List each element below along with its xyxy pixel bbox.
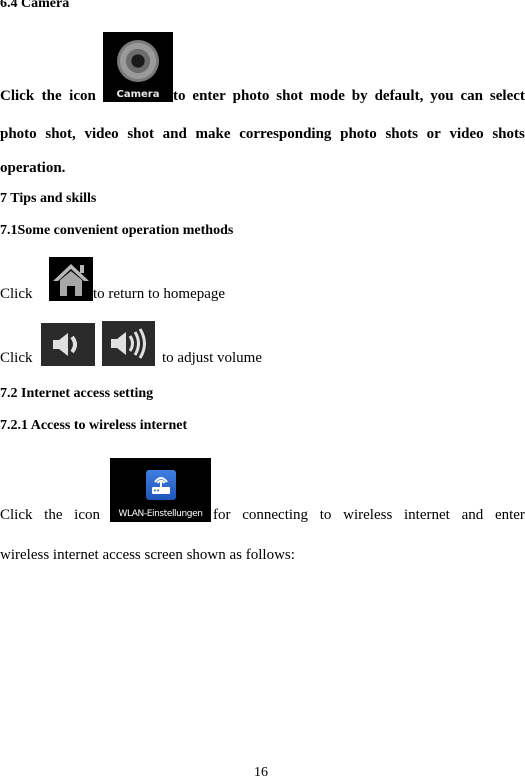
camera-para-line1-start: Click the icon [0,88,96,104]
home-text: to return to homepage [93,286,226,302]
tips-heading: 7 Tips and skills [0,191,97,206]
wlan-settings-app-icon[interactable]: WLAN-Einstellungen [110,458,211,522]
wlan-para-line1-start: Click the icon [0,507,100,523]
volume-down-button[interactable] [41,323,95,366]
wlan-router-icon [146,470,176,500]
camera-app-icon[interactable]: Camera [103,32,173,102]
volume-down-icon [53,333,77,356]
home-button[interactable] [49,257,93,301]
volume-up-button[interactable] [102,321,155,366]
volume-up-icon [111,328,146,359]
wireless-heading: 7.2.1 Access to wireless internet [0,418,188,433]
page-number: 16 [254,765,268,780]
camera-para-line1-end: to enter photo shot mode by default, you… [173,88,525,104]
internet-heading: 7.2 Internet access setting [0,386,154,401]
wlan-icon-label: WLAN-Einstellungen [118,509,203,519]
camera-icon-label: Camera [116,89,160,100]
home-click-label: Click [0,286,33,302]
home-icon [53,264,89,296]
camera-heading: 6.4 Camera [0,0,70,11]
wlan-para-line1-end: for connecting to wireless internet and … [213,507,525,523]
methods-heading: 7.1Some convenient operation methods [0,223,234,238]
volume-click-label: Click [0,350,33,366]
camera-para-line3: operation. [0,160,66,176]
wlan-para-line2: wireless internet access screen shown as… [0,547,295,563]
camera-lens-icon [117,40,159,82]
volume-text: to adjust volume [162,350,262,366]
camera-para-line2: photo shot, video shot and make correspo… [0,126,525,142]
